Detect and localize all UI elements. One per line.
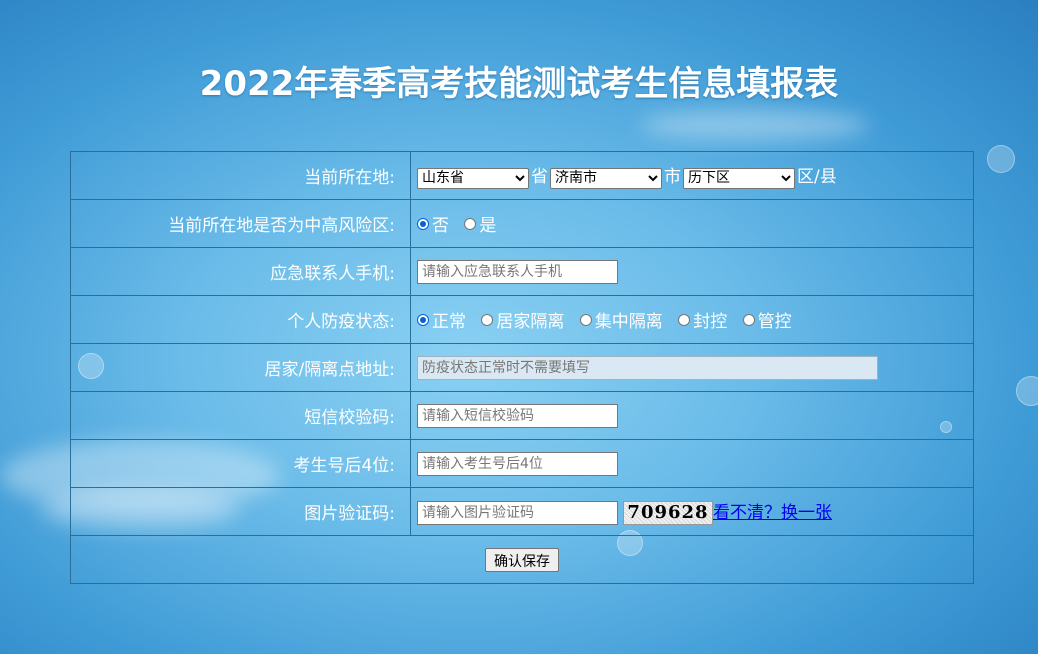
status-label: 个人防疫状态: [70,295,411,344]
page-title: 2022年春季高考技能测试考生信息填报表 [199,64,839,104]
row-location: 当前所在地: 山东省 省 济南市 市 历下区 区/县 [70,151,974,200]
status-option-control[interactable]: 管控 [742,307,792,332]
radio-icon [464,217,477,230]
status-option-normal[interactable]: 正常 [417,307,466,332]
bubble-decoration [1016,376,1038,406]
city-suffix: 市 [664,167,681,188]
emergency-label: 应急联系人手机: [70,247,411,296]
row-emergency: 应急联系人手机: [70,247,974,296]
exam-number-input[interactable] [417,451,618,476]
address-input [417,355,878,380]
captcha-image[interactable]: 709628 [623,501,713,525]
risk-option-yes[interactable]: 是 [464,211,496,236]
district-suffix: 区/县 [797,167,837,188]
city-select[interactable]: 济南市 [550,167,662,189]
radio-icon [417,217,429,230]
row-risk: 当前所在地是否为中高风险区: 否 是 [70,199,974,248]
row-captcha: 图片验证码: 709628看不清？换一张 [70,487,974,536]
status-option-central[interactable]: 集中隔离 [579,307,663,332]
row-submit: 确认保存 [70,535,974,584]
radio-icon [678,313,691,326]
risk-option-no[interactable]: 否 [417,211,449,236]
row-address: 居家/隔离点地址: [70,343,974,392]
radio-icon [742,313,755,326]
radio-icon [579,313,592,326]
row-status: 个人防疫状态: 正常 居家隔离 集中隔离 封控 管控 [70,295,974,344]
captcha-input[interactable] [417,501,618,525]
info-form: 当前所在地: 山东省 省 济南市 市 历下区 区/县 当前所在地是否为中高风险区… [70,151,974,584]
location-label: 当前所在地: [70,151,411,200]
radio-icon [417,313,429,326]
emergency-phone-input[interactable] [417,259,618,284]
status-option-lockdown[interactable]: 封控 [678,307,727,332]
province-select[interactable]: 山东省 [417,167,529,189]
sms-label: 短信校验码: [70,391,411,440]
bubble-decoration [987,145,1015,173]
row-exam: 考生号后4位: [70,439,974,488]
district-select[interactable]: 历下区 [683,167,795,189]
row-sms: 短信校验码: [70,391,974,440]
exam-label: 考生号后4位: [70,439,411,488]
captcha-label: 图片验证码: [70,487,411,536]
save-button[interactable]: 确认保存 [485,547,559,572]
refresh-captcha-link[interactable]: 看不清？换一张 [713,503,832,523]
status-option-home[interactable]: 居家隔离 [481,307,564,332]
address-label: 居家/隔离点地址: [70,343,411,392]
cloud-decoration [640,110,870,140]
province-suffix: 省 [531,167,548,188]
sms-code-input[interactable] [417,403,618,428]
radio-icon [481,313,494,326]
risk-label: 当前所在地是否为中高风险区: [70,199,411,248]
